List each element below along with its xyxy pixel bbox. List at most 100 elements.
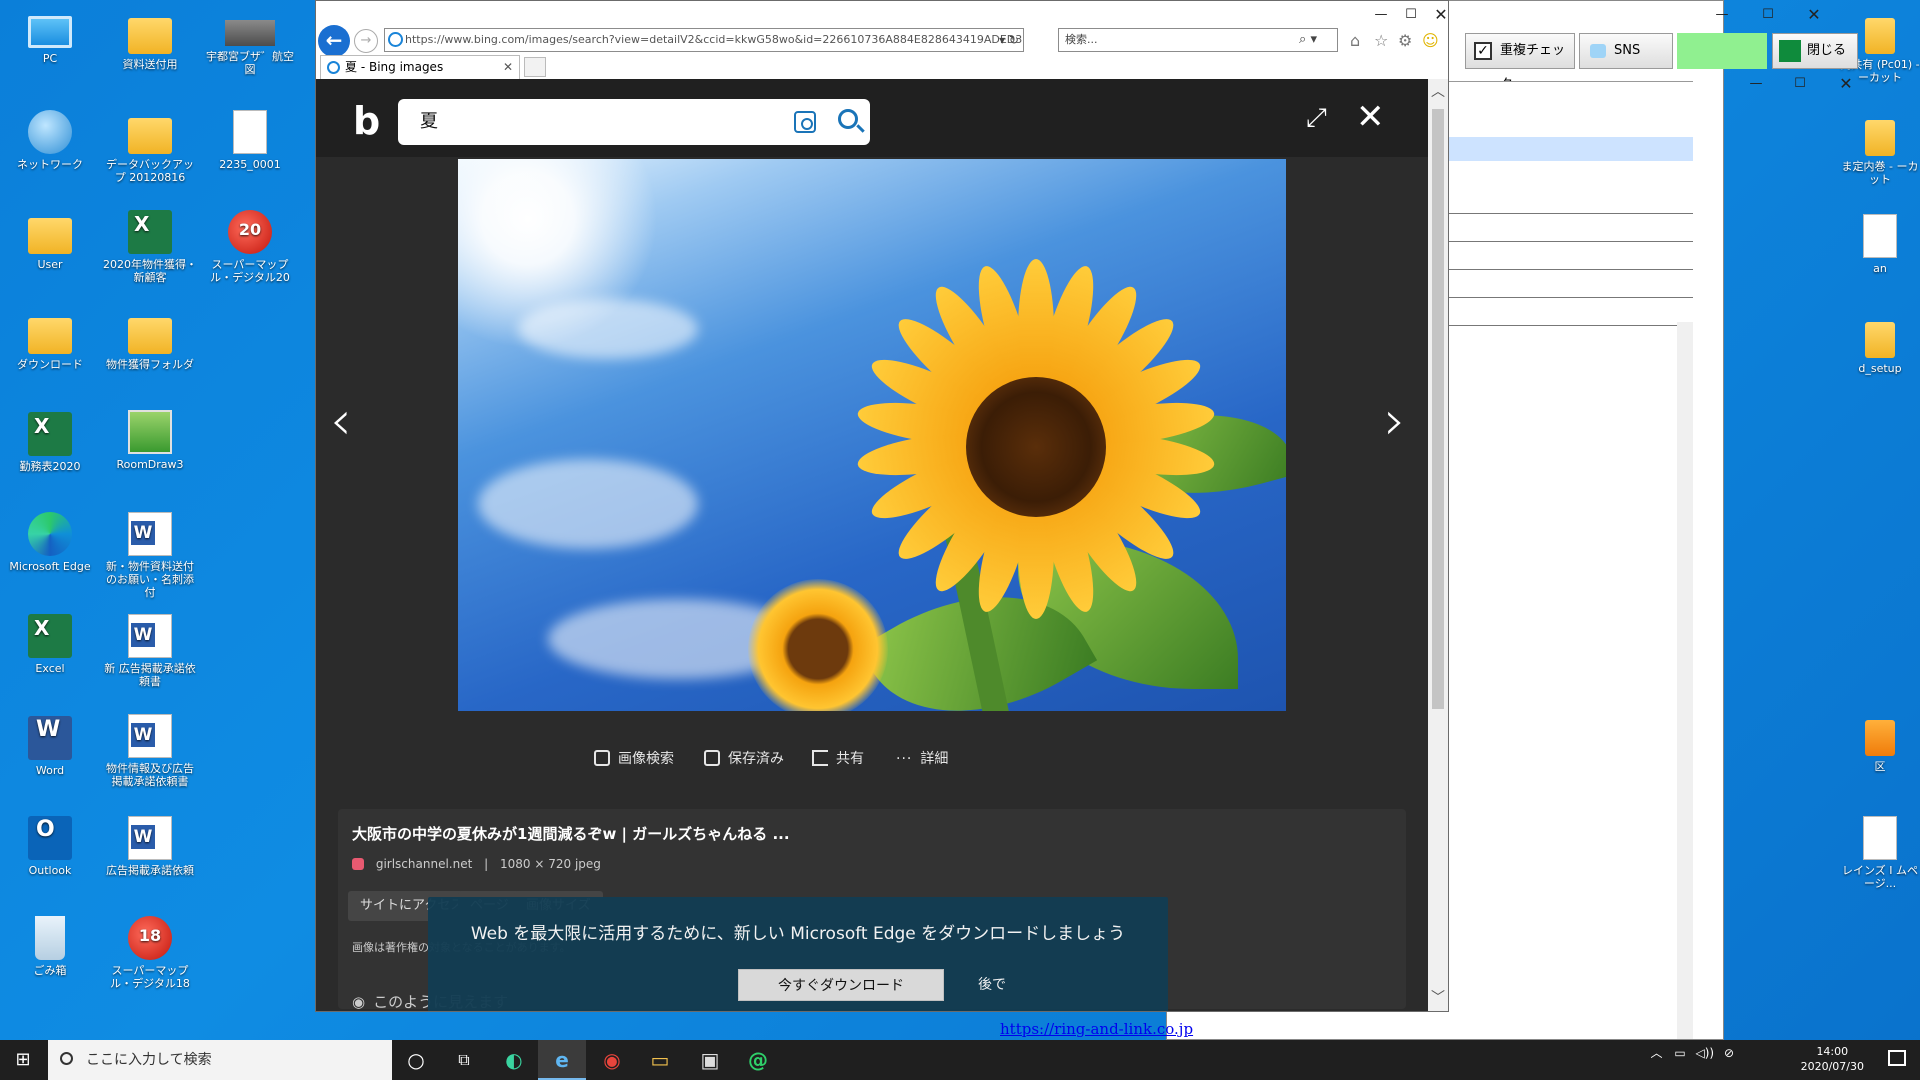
scroll-down-icon[interactable]: ﹀	[1428, 987, 1448, 1007]
desktop-icon-shiryo[interactable]: 資料送付用	[102, 10, 198, 71]
desktop-icon-bukken-info[interactable]: 物件情報及び広告掲載承諾依頼書	[102, 714, 198, 788]
close-icon[interactable]: ✕	[1831, 74, 1861, 94]
scroll-up-icon[interactable]: ︿	[1428, 81, 1448, 101]
ie-search-box[interactable]: 検索... ⌕ ▾	[1058, 28, 1338, 52]
desktop-icon-maki[interactable]: ま定内巻 - ーカット	[1840, 112, 1920, 186]
taskbar-clock[interactable]: 14:00 2020/07/30	[1801, 1044, 1864, 1074]
sunflower-photo[interactable]	[458, 159, 1286, 711]
visual-search-icon[interactable]	[794, 111, 816, 133]
home-icon[interactable]: ⌂	[1350, 31, 1360, 50]
close-app-button[interactable]: 閉じる	[1772, 33, 1858, 69]
ie-browser-window[interactable]: — ☐ ✕ ← → https://www.bing.com/images/se…	[315, 0, 1449, 1012]
edge-taskbar-icon[interactable]: ◐	[490, 1040, 538, 1080]
desktop-icon-bukken-folder[interactable]: 物件獲得フォルダ	[102, 310, 198, 371]
desktop-icon-koukoku[interactable]: 広告掲載承諾依頼	[102, 816, 198, 877]
visual-search-icon	[594, 750, 610, 766]
desktop-icon-an[interactable]: an	[1840, 214, 1920, 275]
desktop-icon-outlook[interactable]: Outlook	[2, 816, 98, 877]
desktop-icon-label: スーパーマップル・デジタル20	[210, 258, 290, 284]
desktop-icon-user[interactable]: User	[2, 210, 98, 271]
desktop-icon-mapple-20[interactable]: 20 スーパーマップル・デジタル20	[202, 210, 298, 284]
desktop-icon-pc[interactable]: PC	[2, 10, 98, 65]
mail-app-icon[interactable]: @	[734, 1040, 782, 1080]
bing-logo-icon[interactable]: b	[353, 102, 381, 140]
share-action[interactable]: 共有	[812, 747, 864, 771]
desktop-icon-koukoku-new[interactable]: 新 広告掲載承諾依頼書	[102, 614, 198, 688]
smiley-feedback-icon[interactable]: ☺	[1422, 31, 1439, 50]
desktop-icon-network[interactable]: ネットワーク	[2, 110, 98, 171]
sns-button[interactable]: SNS	[1579, 33, 1673, 69]
search-icon[interactable]	[838, 109, 858, 129]
favorites-star-icon[interactable]: ☆	[1374, 31, 1388, 50]
tab-bing-images[interactable]: 夏 - Bing images ✕	[320, 55, 520, 79]
source-domain[interactable]: girlschannel.net	[376, 857, 472, 871]
minimize-icon[interactable]: —	[1707, 5, 1737, 25]
previous-image-arrow[interactable]: ‹	[330, 389, 352, 452]
visual-search-action[interactable]: 画像検索	[594, 747, 674, 771]
volume-icon[interactable]: ◁))	[1696, 1046, 1715, 1060]
desktop-icon-recycle-bin[interactable]: ごみ箱	[2, 916, 98, 977]
desktop-icon-roomdraw[interactable]: RoomDraw3	[102, 410, 198, 471]
desktop-icon-edge[interactable]: Microsoft Edge	[2, 512, 98, 573]
ime-icon[interactable]: ⊘	[1724, 1046, 1734, 1060]
form-scrollbar[interactable]	[1677, 322, 1693, 1039]
desktop-icon-bukken-2020[interactable]: 2020年物件獲得・新顧客	[102, 210, 198, 284]
desktop-icon-excel[interactable]: Excel	[2, 614, 98, 675]
tray-chevron-icon[interactable]: ︿	[1651, 1046, 1663, 1060]
word-file-icon	[128, 512, 172, 556]
notification-icon[interactable]	[1888, 1050, 1906, 1066]
desktop-icon-backup[interactable]: データバックアップ 20120816	[102, 110, 198, 184]
windows-start-icon[interactable]: ⊞	[0, 1040, 46, 1080]
file-explorer-icon[interactable]: ▭	[636, 1040, 684, 1080]
desktop-icon-utsunomiya-map[interactable]: 宇都宮ブザ゛航空図	[202, 10, 298, 76]
taskbar-search-box[interactable]: ここに入力して検索	[48, 1040, 392, 1080]
maximize-icon[interactable]: ☐	[1785, 74, 1815, 94]
saved-action[interactable]: 保存済み	[704, 747, 784, 771]
desktop-icon-2235[interactable]: 2235_0001	[202, 110, 298, 171]
desktop-icon-reins[interactable]: レインズ I ムページ...	[1840, 816, 1920, 890]
desktop-icon-ku[interactable]: 区	[1840, 712, 1920, 773]
maximize-icon[interactable]: ☐	[1753, 5, 1783, 25]
desktop-icon-setup[interactable]: d_setup	[1840, 314, 1920, 375]
desktop-icon-downloads[interactable]: ダウンロード	[2, 310, 98, 371]
expand-icon[interactable]: ⤢	[1306, 103, 1327, 134]
address-bar[interactable]: https://www.bing.com/images/search?view=…	[384, 28, 1024, 52]
tool-button-label: SNS	[1614, 43, 1641, 58]
system-tray-icons[interactable]: ︿ ▭ ◁)) ⊘	[1651, 1044, 1735, 1061]
forward-button[interactable]: →	[354, 29, 378, 53]
ie-taskbar-icon[interactable]: e	[538, 1040, 586, 1080]
task-view-icon[interactable]: ⧉	[440, 1040, 488, 1080]
desktop-icon-mapple-18[interactable]: 18 スーパーマップル・デジタル18	[102, 916, 198, 990]
result-title-link[interactable]: 大阪市の中学の夏休みが1週間減るぞw | ガールズちゃんねる ...	[352, 823, 790, 844]
later-button[interactable]: 後で	[978, 969, 1038, 1001]
cortana-icon[interactable]: ○	[392, 1040, 440, 1080]
next-image-arrow[interactable]: ›	[1384, 389, 1406, 452]
new-tab-button[interactable]	[524, 57, 546, 77]
maximize-icon[interactable]: ☐	[1396, 5, 1426, 25]
company-url-link[interactable]: https://ring-and-link.co.jp	[1000, 1020, 1193, 1038]
edge-banner-message: Web を最大限に活用するために、新しい Microsoft Edge をダウン…	[470, 924, 1126, 944]
duplicate-check-button[interactable]: ✓ 重複チェック	[1465, 33, 1575, 92]
minimize-icon[interactable]: —	[1741, 74, 1771, 94]
address-dropdown-refresh-icon[interactable]: ▾ ↻	[999, 29, 1019, 51]
close-viewer-icon[interactable]: ✕	[1356, 97, 1385, 137]
minimize-icon[interactable]: —	[1366, 5, 1396, 25]
scroll-thumb[interactable]	[1432, 109, 1444, 709]
back-button[interactable]: ←	[318, 25, 350, 57]
desktop-icon-shiryo-request[interactable]: 新・物件資料送付のお願い・名刺添付	[102, 512, 198, 599]
sns-icon	[1590, 44, 1606, 58]
close-icon[interactable]: ✕	[1799, 5, 1829, 25]
close-icon[interactable]: ✕	[1426, 5, 1456, 25]
download-now-button[interactable]: 今すぐダウンロード	[738, 969, 944, 1001]
network-tray-icon[interactable]: ▭	[1674, 1046, 1685, 1060]
search-icon[interactable]: ⌕ ▾	[1299, 29, 1317, 51]
bing-search-input[interactable]: 夏	[398, 99, 870, 145]
ie-scrollbar[interactable]: ︿ ﹀	[1428, 79, 1448, 1011]
chrome-taskbar-icon[interactable]: ◉	[588, 1040, 636, 1080]
more-details-action[interactable]: ··· 詳細	[896, 747, 948, 771]
store-icon[interactable]: ▣	[686, 1040, 734, 1080]
desktop-icon-kinmuhyo[interactable]: 勤務表2020	[2, 412, 98, 473]
gear-icon[interactable]: ⚙	[1398, 31, 1412, 50]
desktop-icon-word[interactable]: Word	[2, 716, 98, 777]
close-tab-icon[interactable]: ✕	[503, 56, 513, 78]
